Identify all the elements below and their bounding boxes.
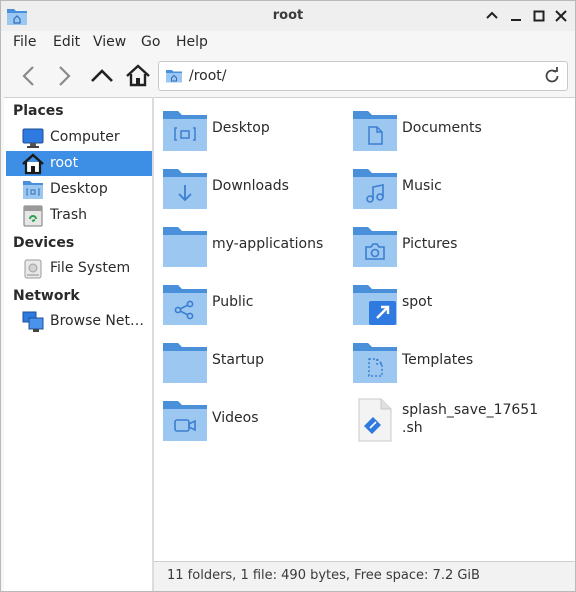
file-manager-window: root File Edit View Go Help /root/ Place… xyxy=(0,0,576,592)
sidebar-item-label: Trash xyxy=(50,207,87,223)
file-item-public[interactable]: Public xyxy=(162,278,352,328)
home-icon xyxy=(22,153,44,179)
places-heading: Places xyxy=(13,103,64,119)
sidebar-item-label: Desktop xyxy=(50,181,108,197)
file-item-my-applications[interactable]: my-applications xyxy=(162,220,352,270)
trash-icon xyxy=(22,205,44,231)
videos-folder-icon xyxy=(162,397,208,447)
symlink-folder-icon xyxy=(352,281,398,331)
sidebar: Places Computer root Desktop Trash Devic… xyxy=(4,97,152,591)
file-name: Desktop xyxy=(212,120,270,136)
home-folder-icon xyxy=(166,68,182,88)
file-item-documents[interactable]: Documents xyxy=(352,104,542,154)
menu-go[interactable]: Go xyxy=(141,34,160,50)
file-name: Public xyxy=(212,294,254,310)
file-view: Desktop Documents Downloads Music my-app… xyxy=(154,97,575,561)
status-text: 11 folders, 1 file: 490 bytes, Free spac… xyxy=(167,568,480,583)
back-button[interactable] xyxy=(15,62,43,90)
file-item-splash-save-script[interactable]: splash_save_17651 .sh xyxy=(352,394,542,444)
desktop-folder-icon xyxy=(22,179,44,205)
devices-heading: Devices xyxy=(13,235,75,251)
menu-view[interactable]: View xyxy=(93,34,126,50)
file-name: Documents xyxy=(402,120,482,136)
computer-icon xyxy=(22,127,44,153)
file-item-pictures[interactable]: Pictures xyxy=(352,220,542,270)
location-path: /root/ xyxy=(189,68,227,84)
file-name-line-1: splash_save_17651 xyxy=(402,402,539,418)
folder-icon xyxy=(162,339,208,389)
file-item-videos[interactable]: Videos xyxy=(162,394,352,444)
sidebar-item-browse-network[interactable]: Browse Net… xyxy=(6,309,152,334)
file-item-music[interactable]: Music xyxy=(352,162,542,212)
file-name: Downloads xyxy=(212,178,289,194)
folder-icon xyxy=(162,223,208,273)
sidebar-item-computer[interactable]: Computer xyxy=(6,125,152,150)
close-button[interactable] xyxy=(552,7,570,25)
menu-help[interactable]: Help xyxy=(176,34,208,50)
location-bar[interactable]: /root/ xyxy=(158,61,568,91)
sidebar-item-label: Browse Net… xyxy=(50,313,145,329)
file-item-desktop[interactable]: Desktop xyxy=(162,104,352,154)
drive-icon xyxy=(22,258,44,284)
public-folder-icon xyxy=(162,281,208,331)
sidebar-item-root[interactable]: root xyxy=(6,151,152,176)
sidebar-item-label: root xyxy=(50,155,79,171)
network-heading: Network xyxy=(13,288,80,304)
sidebar-item-file-system[interactable]: File System xyxy=(6,256,152,281)
title-bar[interactable]: root xyxy=(1,1,575,31)
file-item-spot[interactable]: spot xyxy=(352,278,542,328)
pictures-folder-icon xyxy=(352,223,398,273)
sidebar-item-label: Computer xyxy=(50,129,120,145)
network-icon xyxy=(22,311,44,337)
status-bar: 11 folders, 1 file: 490 bytes, Free spac… xyxy=(154,561,575,591)
file-item-downloads[interactable]: Downloads xyxy=(162,162,352,212)
sidebar-item-desktop[interactable]: Desktop xyxy=(6,177,152,202)
reload-icon[interactable] xyxy=(543,67,561,89)
documents-folder-icon xyxy=(352,107,398,157)
sidebar-item-label: File System xyxy=(50,260,131,276)
shell-script-icon xyxy=(352,397,398,447)
file-name: Startup xyxy=(212,352,264,368)
desktop-folder-icon xyxy=(162,107,208,157)
file-name: spot xyxy=(402,294,433,310)
file-name: Music xyxy=(402,178,442,194)
file-name: Videos xyxy=(212,410,259,426)
file-name-line-2: .sh xyxy=(402,420,423,436)
downloads-folder-icon xyxy=(162,165,208,215)
menu-bar: File Edit View Go Help xyxy=(1,31,575,55)
home-button[interactable] xyxy=(124,62,152,90)
toolbar: /root/ xyxy=(1,55,575,97)
file-name: my-applications xyxy=(212,236,324,252)
sidebar-item-trash[interactable]: Trash xyxy=(6,203,152,228)
forward-button[interactable] xyxy=(50,62,78,90)
file-name: Templates xyxy=(402,352,474,368)
file-item-startup[interactable]: Startup xyxy=(162,336,352,386)
music-folder-icon xyxy=(352,165,398,215)
shade-button[interactable] xyxy=(483,7,501,25)
file-item-templates[interactable]: Templates xyxy=(352,336,542,386)
up-button[interactable] xyxy=(88,62,116,90)
menu-file[interactable]: File xyxy=(13,34,36,50)
file-name: splash_save_17651 .sh xyxy=(402,401,542,437)
menu-edit[interactable]: Edit xyxy=(53,34,80,50)
templates-folder-icon xyxy=(352,339,398,389)
minimize-button[interactable] xyxy=(507,7,525,25)
file-name: Pictures xyxy=(402,236,458,252)
maximize-button[interactable] xyxy=(530,7,548,25)
